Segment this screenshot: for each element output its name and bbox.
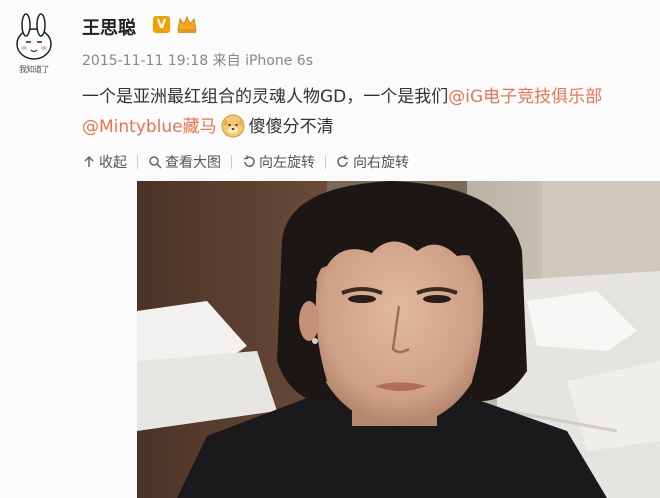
collapse-arrow-icon <box>84 155 94 167</box>
view-large-label: 查看大图 <box>165 155 221 171</box>
mention-link[interactable]: @iG电子竞技俱乐部 <box>448 87 602 107</box>
search-icon <box>149 156 162 169</box>
avatar-caption: 我知道了 <box>19 65 50 74</box>
toolbar-divider <box>325 155 326 169</box>
rotate-right-label: 向右旋转 <box>353 155 409 171</box>
toolbar-divider <box>231 155 232 169</box>
image-toolbar: 收起 查看大图 向左旋转 向右旋转 <box>82 152 409 172</box>
view-large-button[interactable]: 查看大图 <box>148 152 221 172</box>
rabbit-avatar-icon <box>16 13 52 60</box>
post-photo[interactable] <box>137 181 660 498</box>
post-source[interactable]: iPhone 6s <box>245 53 313 69</box>
post-meta: 2015-11-11 19:18 来自 iPhone 6s <box>82 50 313 70</box>
rotate-left-label: 向左旋转 <box>259 155 315 171</box>
post-text-line2: @Mintyblue藏马 傻傻分不清 <box>82 112 334 138</box>
post-text: 傻傻分不清 <box>248 117 334 137</box>
rotate-left-button[interactable]: 向左旋转 <box>242 152 315 172</box>
mention-link[interactable]: @Mintyblue藏马 <box>82 117 217 137</box>
toolbar-divider <box>137 155 138 169</box>
avatar[interactable]: 我知道了 <box>6 12 62 74</box>
post-timestamp[interactable]: 2015-11-11 19:18 <box>82 53 208 69</box>
post-text-line1: 一个是亚洲最红组合的灵魂人物GD，一个是我们@iG电子竞技俱乐部 <box>82 82 602 107</box>
verified-badge-icon[interactable]: V <box>153 16 170 33</box>
selfie-photo-image <box>137 181 660 498</box>
collapse-label: 收起 <box>99 155 127 171</box>
rotate-left-icon <box>244 155 255 167</box>
source-prefix: 来自 <box>212 53 241 69</box>
rotate-right-button[interactable]: 向右旋转 <box>336 152 409 172</box>
collapse-button[interactable]: 收起 <box>82 152 127 172</box>
crown-member-icon[interactable] <box>176 14 198 34</box>
post-text: 一个是亚洲最红组合的灵魂人物GD，一个是我们 <box>82 87 449 107</box>
doge-emoji-icon <box>221 114 245 138</box>
rotate-right-icon <box>337 155 348 167</box>
username-link[interactable]: 王思聪 <box>82 14 136 40</box>
